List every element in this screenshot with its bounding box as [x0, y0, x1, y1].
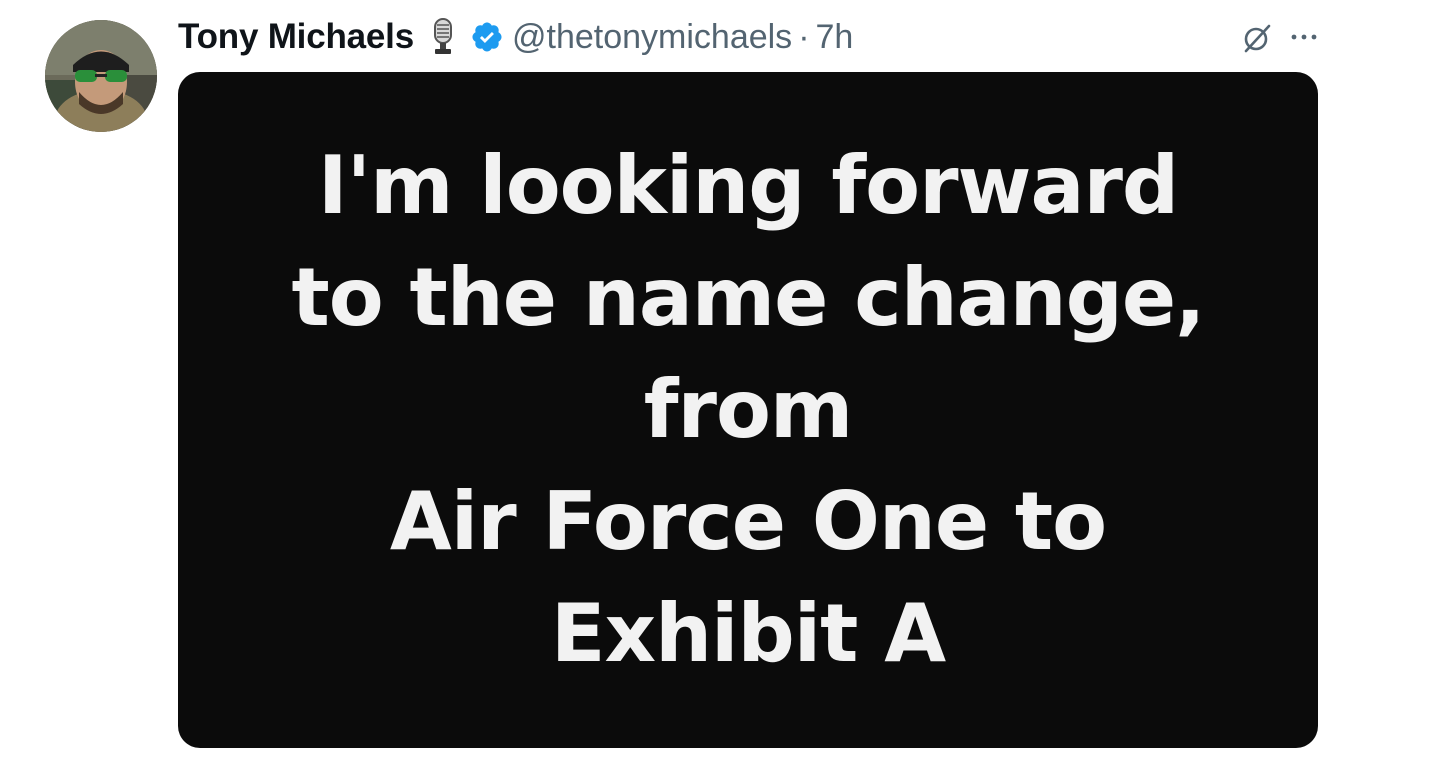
post-timestamp[interactable]: 7h [816, 18, 854, 57]
avatar-image [45, 20, 157, 132]
meme-line: Exhibit A [550, 587, 946, 680]
avatar[interactable] [45, 20, 157, 132]
meme-text: I'm looking forward to the name change, … [178, 130, 1318, 690]
microphone-icon [428, 17, 458, 57]
separator-dot: · [798, 17, 810, 56]
post-media-image[interactable]: I'm looking forward to the name change, … [178, 72, 1318, 748]
meme-line: to the name change, [291, 251, 1206, 344]
post-header: Tony Michaels @thetonymichaels · 7h [178, 12, 853, 62]
author-display-name[interactable]: Tony Michaels [178, 17, 414, 57]
author-handle[interactable]: @thetonymichaels [512, 18, 792, 57]
more-options-icon[interactable] [1288, 24, 1320, 50]
grok-icon[interactable] [1241, 22, 1273, 54]
verified-badge-icon[interactable] [470, 20, 504, 54]
meme-line: from [643, 363, 854, 456]
meme-line: Air Force One to [389, 475, 1107, 568]
meme-line: I'm looking forward [317, 139, 1179, 232]
